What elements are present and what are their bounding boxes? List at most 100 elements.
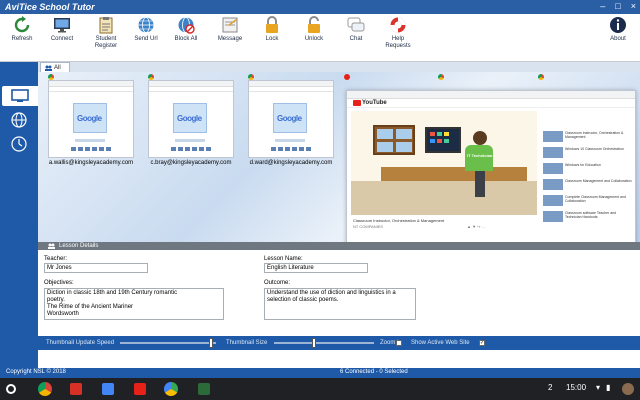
- thumbnail-size-slider[interactable]: [274, 342, 374, 344]
- student-screen: Google: [48, 80, 134, 158]
- avitice-app-icon[interactable]: [198, 383, 210, 395]
- gmail-icon[interactable]: [70, 383, 82, 395]
- related-video[interactable]: Complete Classroom Management and Collab…: [543, 195, 633, 206]
- refresh-button[interactable]: Refresh: [0, 16, 44, 43]
- tab-all[interactable]: All: [40, 62, 70, 72]
- copyright-text: Copyright NSL © 2018: [6, 369, 66, 375]
- browser-bar: [347, 91, 635, 99]
- group-icon: [48, 243, 55, 249]
- about-button[interactable]: About: [596, 16, 640, 43]
- lesson-details-panel: Lesson Details Teacher: Mr Jones Lesson …: [38, 242, 640, 336]
- play-store-icon[interactable]: [164, 382, 178, 396]
- connection-status: 6 Connected - 0 Selected: [340, 369, 408, 375]
- lesson-name-field[interactable]: English Literature: [264, 263, 368, 273]
- video-title: Classroom Instructor, Orchestration & Ma…: [353, 218, 445, 223]
- youtube-icon[interactable]: [134, 383, 146, 395]
- window-controls: – □ ×: [600, 1, 636, 11]
- lock-button[interactable]: Lock: [250, 16, 294, 43]
- connect-button[interactable]: Connect: [40, 16, 84, 43]
- web-view-button[interactable]: [6, 110, 32, 130]
- chat-button[interactable]: Chat: [334, 16, 378, 43]
- unlock-button[interactable]: Unlock: [292, 16, 336, 43]
- teacher-label: Teacher:: [44, 256, 68, 262]
- help-requests-button[interactable]: Help Requests: [376, 16, 420, 50]
- student-register-label: Student Register: [94, 36, 118, 49]
- related-video[interactable]: Classroom Management and Collaboration: [543, 179, 633, 190]
- monitor-icon: [11, 89, 29, 102]
- youtube-header: YouTube: [347, 99, 635, 108]
- related-videos: Classroom Instructor, Orchestration & Ma…: [543, 131, 633, 227]
- student-register-button[interactable]: Student Register: [84, 16, 128, 50]
- refresh-icon: [13, 16, 31, 34]
- view-sidebar: [0, 62, 38, 368]
- title-bar: AviTice School Tutor – □ ×: [0, 0, 640, 14]
- update-speed-slider[interactable]: [120, 342, 216, 344]
- outcome-field[interactable]: Understand the use of diction and lingui…: [264, 288, 416, 320]
- google-doodle: Google: [73, 103, 107, 133]
- person-illustration: [473, 131, 487, 145]
- zoom-in-checkbox[interactable]: [396, 340, 402, 346]
- chrome-icon: [538, 74, 544, 80]
- window-illustration: [373, 125, 415, 155]
- message-button[interactable]: Message: [208, 16, 252, 43]
- clipboard-icon: [97, 16, 115, 34]
- launcher-icon[interactable]: [6, 384, 16, 394]
- show-active-site-label: Show Active Web Site: [411, 340, 470, 346]
- battery-icon[interactable]: ▮: [606, 383, 610, 392]
- connect-label: Connect: [50, 36, 74, 42]
- clock-time[interactable]: 15:00: [566, 383, 586, 392]
- related-video[interactable]: Classroom software Teacher and Technicia…: [543, 211, 633, 222]
- notification-count[interactable]: 2: [548, 383, 552, 392]
- maximize-button[interactable]: □: [615, 1, 620, 11]
- related-video[interactable]: Classroom Instructor, Orchestration & Ma…: [543, 131, 633, 142]
- lesson-details-header: Lesson Details: [38, 242, 640, 250]
- thumbnail-size-label: Thumbnail Size: [226, 340, 268, 346]
- video-channel: NT COMPANIES: [353, 224, 384, 229]
- thumbnail-controls: Thumbnail Update Speed Thumbnail Size Zo…: [38, 336, 640, 350]
- wifi-icon[interactable]: ▾: [596, 383, 600, 392]
- thumbnail-size-thumb[interactable]: [312, 338, 316, 348]
- video-actions: ▲ ▼ ↪ …: [467, 224, 486, 229]
- minimize-button[interactable]: –: [600, 1, 605, 11]
- about-label: About: [610, 36, 626, 42]
- monitor-illustration: [425, 127, 461, 153]
- block-all-label: Block All: [174, 36, 198, 42]
- show-active-site-checkbox[interactable]: ✓: [479, 340, 485, 346]
- connect-monitor-icon: [53, 16, 71, 34]
- student-thumbnail[interactable]: Google c.bray@kingsleyacademy.com: [148, 74, 234, 166]
- thumbnail-view-button[interactable]: [2, 86, 38, 106]
- google-doodle: Google: [273, 103, 307, 133]
- send-url-label: Send Url: [134, 36, 158, 42]
- update-speed-thumb[interactable]: [209, 338, 214, 348]
- related-video[interactable]: Windows for Education: [543, 163, 633, 174]
- google-doodle: Google: [173, 103, 207, 133]
- unlock-icon: [305, 16, 323, 34]
- timer-view-button[interactable]: [6, 134, 32, 154]
- outcome-label: Outcome:: [264, 280, 291, 286]
- related-video[interactable]: Windows 10 Classroom Orchestration: [543, 147, 633, 158]
- chat-label: Chat: [349, 36, 363, 42]
- send-url-button[interactable]: Send Url: [124, 16, 168, 43]
- avatar[interactable]: [622, 383, 634, 395]
- character-tag: IT Technician: [467, 153, 493, 158]
- clock-icon: [11, 136, 27, 152]
- objectives-label: Objectives:: [44, 280, 74, 286]
- chrome-icon: [438, 74, 444, 80]
- message-label: Message: [217, 36, 243, 42]
- tab-all-label: All: [54, 64, 61, 71]
- objectives-field[interactable]: Diction in classic 18th and 19th Century…: [44, 288, 224, 320]
- chrome-icon[interactable]: [38, 382, 52, 396]
- teacher-field[interactable]: Mr Jones: [44, 263, 148, 273]
- student-thumbnail[interactable]: Google d.ward@kingsleyacademy.com: [248, 74, 334, 166]
- blocked-globe-icon: [177, 16, 195, 34]
- youtube-logo: YouTube: [353, 100, 387, 106]
- student-thumbnail[interactable]: Google a.wallis@kingsleyacademy.com: [48, 74, 134, 166]
- docs-icon[interactable]: [102, 383, 114, 395]
- block-all-button[interactable]: Block All: [164, 16, 208, 43]
- close-button[interactable]: ×: [631, 1, 636, 11]
- os-shelf: 2 15:00 ▾ ▮: [0, 378, 640, 400]
- lesson-name-label: Lesson Name:: [264, 256, 303, 262]
- message-icon: [221, 16, 239, 34]
- student-email: d.ward@kingsleyacademy.com: [249, 160, 333, 166]
- video-player[interactable]: IT Technician: [351, 111, 537, 215]
